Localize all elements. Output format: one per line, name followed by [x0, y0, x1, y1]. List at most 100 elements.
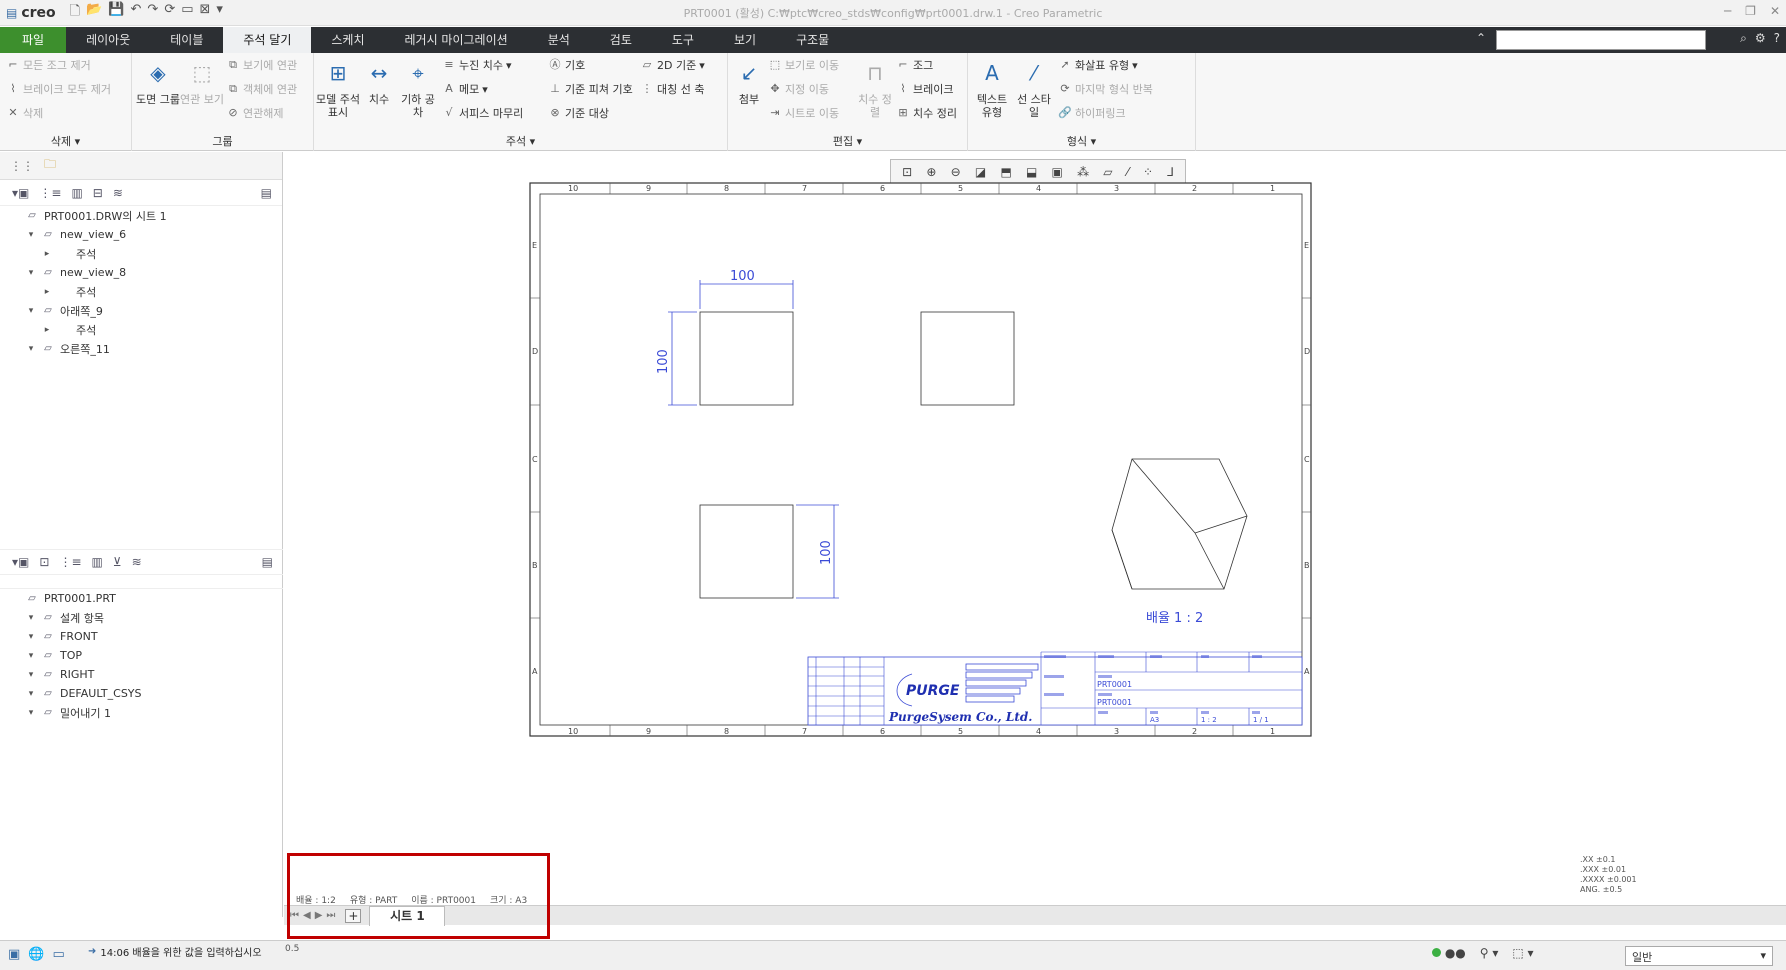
- command-search-input[interactable]: [1496, 30, 1706, 50]
- tree-item[interactable]: ▸ 주석: [10, 320, 282, 339]
- tree-item[interactable]: ▾ ▱ new_view_6: [10, 225, 282, 244]
- tab-layout[interactable]: 레이아웃: [66, 27, 150, 53]
- break-button[interactable]: ⌇ 브레이크: [896, 81, 953, 97]
- remove-all-jogs-button[interactable]: ⌐ 모든 조그 제거: [6, 57, 90, 73]
- tab-view[interactable]: 보기: [714, 27, 776, 53]
- tree-item[interactable]: ▸ 주석: [10, 282, 282, 301]
- minimize-icon[interactable]: ─: [1724, 4, 1731, 18]
- tree-filter-icon[interactable]: ⊟: [93, 186, 103, 200]
- note-button[interactable]: A 메모 ▾: [442, 81, 488, 97]
- jog-button[interactable]: ⌐ 조그: [896, 57, 933, 73]
- 2d-datum-button[interactable]: ▱ 2D 기준 ▾: [640, 57, 705, 73]
- tree-item[interactable]: ▾ ▱ 아래쪽_9: [10, 301, 282, 320]
- restore-icon[interactable]: ❐: [1745, 4, 1756, 18]
- model-tree-expand-icon[interactable]: ▾▣: [12, 555, 29, 569]
- selection-box-icon[interactable]: ⬚ ▾: [1512, 946, 1533, 960]
- expand-toggle-icon[interactable]: ▾: [26, 651, 36, 661]
- group-label-edit[interactable]: 편집 ▾: [728, 133, 967, 149]
- expand-toggle-icon[interactable]: ▾: [26, 689, 36, 699]
- symbol-button[interactable]: Ⓐ 기호: [548, 57, 586, 73]
- tree-item[interactable]: ▾ ▱ RIGHT: [10, 665, 283, 684]
- tab-review[interactable]: 검토: [590, 27, 652, 53]
- tree-item[interactable]: ▾ ▱ TOP: [10, 646, 283, 665]
- find-icon[interactable]: ⚲ ▾: [1480, 946, 1499, 960]
- remove-all-breaks-button[interactable]: ⌇ 브레이크 모두 제거: [6, 81, 111, 97]
- cleanup-dimensions-button[interactable]: ⊞ 치수 정리: [896, 105, 957, 121]
- tree-item[interactable]: ▱ PRT0001.DRW의 시트 1: [10, 206, 282, 225]
- group-label-format[interactable]: 형식 ▾: [968, 133, 1195, 149]
- fullscreen-icon[interactable]: ▭: [52, 947, 64, 962]
- geometric-tolerance-button[interactable]: ⌖ 기하 공차: [398, 57, 438, 120]
- tab-annotate[interactable]: 주석 달기: [223, 27, 312, 53]
- redo-icon[interactable]: ↷: [147, 2, 158, 24]
- show-model-annotations-button[interactable]: ⊞ 모델 주석 표시: [316, 57, 360, 120]
- tab-legacy-migration[interactable]: 레거시 마이그레이션: [385, 27, 528, 53]
- expand-toggle-icon[interactable]: ▾: [26, 670, 36, 680]
- search-icon[interactable]: ⌕: [1740, 31, 1747, 46]
- folder-browser-tab-icon[interactable]: 🗀: [44, 155, 56, 176]
- text-style-button[interactable]: A 텍스트 유형: [972, 57, 1012, 120]
- ordinate-dimension-button[interactable]: ≡ 누진 치수 ▾: [442, 57, 511, 73]
- expand-toggle-icon[interactable]: ▾: [26, 230, 36, 240]
- window-icon[interactable]: ▭: [181, 2, 193, 24]
- model-tree-filter-icon[interactable]: ⊻: [113, 555, 122, 569]
- move-to-sheet-button[interactable]: ⇥ 시트로 이동: [768, 105, 839, 121]
- settings-icon[interactable]: ⚙: [1755, 31, 1766, 46]
- hyperlink-button[interactable]: 🔗 하이퍼링크: [1058, 105, 1125, 121]
- dimension-bottom[interactable]: 100: [819, 540, 834, 565]
- help-icon[interactable]: ?: [1774, 31, 1780, 46]
- show-navigator-icon[interactable]: ▣: [8, 947, 20, 962]
- delete-button[interactable]: ✕ 삭제: [6, 105, 43, 121]
- qat-dropdown-icon[interactable]: ▾: [216, 2, 223, 24]
- regen-status-icon[interactable]: ●●: [1432, 946, 1466, 960]
- model-tree-notes-icon[interactable]: ▤: [262, 555, 273, 569]
- tab-analysis[interactable]: 분석: [528, 27, 590, 53]
- relate-to-view-button[interactable]: ⧉ 보기에 연관: [226, 57, 297, 73]
- model-tree-layers-icon[interactable]: ≋: [132, 555, 142, 569]
- undo-icon[interactable]: ↶: [131, 2, 142, 24]
- expand-toggle-icon[interactable]: ▾: [26, 632, 36, 642]
- repeat-last-format-button[interactable]: ⟳ 마지막 형식 반복: [1058, 81, 1152, 97]
- expand-toggle-icon[interactable]: ▾: [26, 613, 36, 623]
- tab-table[interactable]: 테이블: [150, 27, 223, 53]
- regenerate-icon[interactable]: ⟳: [164, 2, 175, 24]
- relate-to-object-button[interactable]: ⧉ 객체에 연관: [226, 81, 297, 97]
- tree-notes-icon[interactable]: ▤: [261, 186, 272, 200]
- symmetry-axis-button[interactable]: ⋮ 대칭 선 축: [640, 81, 705, 97]
- group-label-delete[interactable]: 삭제 ▾: [0, 133, 131, 149]
- model-tree-tab-icon[interactable]: ⋮⋮: [10, 159, 34, 173]
- datum-target-button[interactable]: ⊗ 기준 대상: [548, 105, 609, 121]
- group-label-annotate[interactable]: 주석 ▾: [314, 133, 727, 149]
- tree-item[interactable]: ▾ ▱ 밀어내기 1: [10, 703, 283, 722]
- status-value-input[interactable]: 0.5: [285, 944, 299, 954]
- move-to-view-button[interactable]: ⬚ 보기로 이동: [768, 57, 839, 73]
- attach-button[interactable]: ↙ 첨부: [732, 57, 766, 107]
- tree-item[interactable]: ▾ ▱ new_view_8: [10, 263, 282, 282]
- tree-item[interactable]: ▾ ▱ 오른쪽_11: [10, 339, 282, 358]
- layers-icon[interactable]: ≋: [113, 186, 123, 200]
- tree-item[interactable]: ▾ ▱ DEFAULT_CSYS: [10, 684, 283, 703]
- tree-expand-icon[interactable]: ▾▣: [12, 186, 29, 200]
- browser-icon[interactable]: 🌐: [28, 947, 44, 962]
- collapse-ribbon-icon[interactable]: ⌃: [1476, 31, 1486, 45]
- new-icon[interactable]: 🗋: [70, 2, 80, 24]
- unrelate-button[interactable]: ⊘ 연관해제: [226, 105, 283, 121]
- tree-item[interactable]: ▱ PRT0001.PRT: [10, 589, 283, 608]
- scale-note[interactable]: 배율 1 : 2: [1146, 611, 1203, 626]
- dimension-top[interactable]: 100: [730, 269, 755, 284]
- expand-toggle-icon[interactable]: ▾: [26, 306, 36, 316]
- tree-item[interactable]: ▾ ▱ FRONT: [10, 627, 283, 646]
- tab-framework[interactable]: 구조물: [776, 27, 849, 53]
- save-icon[interactable]: 💾: [108, 2, 124, 24]
- expand-toggle-icon[interactable]: ▾: [26, 708, 36, 718]
- title-block[interactable]: PURGE PurgeSysem Co., Ltd. PRT0001 PRT00…: [807, 651, 1303, 726]
- expand-toggle-icon[interactable]: ▾: [26, 268, 36, 278]
- graphics-area[interactable]: ⊡ ⊕ ⊖ ◪ ⬒ ⬓ ▣ ⁂ ▱ ⁄ ⁘ ⅃ 10 9 8 7 6 5 4 3: [284, 152, 1786, 917]
- align-dimensions-button[interactable]: ⊓ 치수 정렬: [858, 57, 892, 120]
- tab-sketch[interactable]: 스케치: [311, 27, 384, 53]
- move-special-button[interactable]: ✥ 지정 이동: [768, 81, 829, 97]
- line-style-button[interactable]: ⁄ 선 스타일: [1014, 57, 1054, 120]
- expand-toggle-icon[interactable]: ▸: [42, 325, 52, 335]
- tree-item[interactable]: ▾ ▱ 설계 항목: [10, 608, 283, 627]
- close-window-icon[interactable]: ⊠: [200, 2, 211, 24]
